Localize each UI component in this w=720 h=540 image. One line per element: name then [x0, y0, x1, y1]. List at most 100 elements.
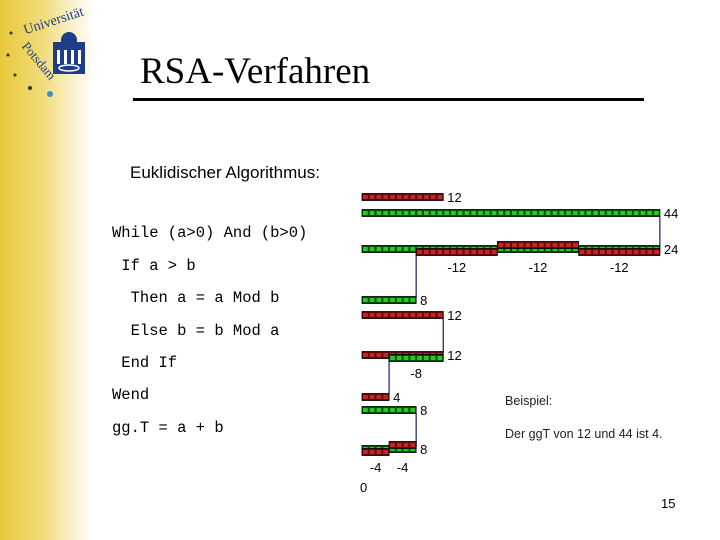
bar-cell	[376, 313, 382, 317]
bar-cell	[423, 356, 429, 360]
bar-cell	[383, 313, 389, 317]
bar-cell	[511, 243, 517, 247]
bar-cell	[539, 211, 544, 215]
bar-cell	[451, 211, 456, 215]
bar-cell	[647, 250, 653, 254]
bar-cell	[410, 195, 416, 199]
bar-cell	[545, 211, 551, 215]
bar-cell	[559, 211, 565, 215]
bar-cell	[410, 247, 416, 251]
bar-cell	[484, 211, 490, 215]
bar-cell	[444, 250, 450, 254]
bar-cell	[369, 298, 375, 302]
bar-cell	[552, 211, 558, 215]
bar-cell	[593, 211, 598, 215]
bar-value-label: 8	[420, 442, 427, 457]
bar-cell	[491, 250, 497, 254]
bar-cell	[633, 250, 639, 254]
bar-cell	[363, 247, 368, 251]
bar-cell	[376, 195, 382, 199]
bar-value-label: 12	[447, 190, 461, 205]
bar-cell	[464, 250, 470, 254]
bar-cell	[525, 211, 531, 215]
bar-value-label: 12	[447, 348, 461, 363]
bar-cell	[579, 250, 585, 254]
bar-cell	[505, 243, 510, 247]
bar-cell	[390, 195, 395, 199]
bar-cell	[410, 408, 416, 412]
bar-cell	[390, 211, 395, 215]
bar-cell	[478, 250, 483, 254]
bar-cell	[369, 450, 375, 454]
bar-cell	[396, 408, 402, 412]
bar-cell	[376, 247, 382, 251]
bar-cell	[559, 243, 565, 247]
bar-value-label: 24	[664, 242, 678, 257]
bar-cell	[566, 243, 571, 247]
bar-cell	[369, 195, 375, 199]
bar-cell	[430, 211, 436, 215]
example-text: Der ggT von 12 und 44 ist 4.	[505, 427, 663, 441]
bar-cell	[417, 195, 422, 199]
euclid-diagram: 124424-12 -12 -1281212-8488-4 -40	[360, 190, 678, 495]
bar-cell	[369, 247, 375, 251]
bar-cell	[396, 195, 402, 199]
bar-cell	[410, 211, 416, 215]
bar-cell	[437, 313, 443, 317]
bar-cell	[451, 250, 456, 254]
bar-cell	[464, 211, 470, 215]
bar-cell	[410, 356, 416, 360]
bar-cell	[613, 250, 619, 254]
bar-cell	[627, 250, 632, 254]
bar-cell	[593, 250, 598, 254]
example-label: Beispiel:	[505, 394, 553, 408]
bar-cell	[396, 443, 402, 447]
bar-cell	[410, 443, 416, 447]
bar-cell	[383, 195, 389, 199]
bar-cell	[383, 450, 389, 454]
bar-cell	[613, 211, 619, 215]
subtraction-label: -4	[397, 460, 409, 475]
bar-cell	[423, 250, 429, 254]
bar-cell	[383, 247, 389, 251]
bar-cell	[545, 243, 551, 247]
bar-cell	[552, 243, 558, 247]
bar-cell	[363, 395, 368, 399]
bar-cell	[383, 395, 389, 399]
bar-cell	[396, 298, 402, 302]
slide: Universität Potsdam RSA-Verfahren Euklid…	[0, 0, 720, 540]
bar-cell	[532, 243, 538, 247]
bar-cell	[403, 408, 409, 412]
bar-cell	[579, 211, 585, 215]
bar-cell	[363, 298, 368, 302]
bar-cell	[369, 353, 375, 357]
bar-cell	[390, 408, 395, 412]
bar-cell	[383, 298, 389, 302]
bar-cell	[376, 298, 382, 302]
bar-cell	[383, 353, 389, 357]
bar-cell	[396, 247, 402, 251]
bar-cell	[518, 243, 524, 247]
bar-cell	[363, 450, 368, 454]
bar-cell	[444, 211, 450, 215]
bar-cell	[525, 243, 531, 247]
bar-cell	[410, 298, 416, 302]
bar-cell	[505, 211, 510, 215]
bar-cell	[390, 443, 395, 447]
bar-cell	[620, 250, 626, 254]
subtraction-label: -4	[370, 460, 382, 475]
bar-cell	[640, 211, 646, 215]
bar-cell	[457, 211, 463, 215]
bar-cell	[369, 211, 375, 215]
bar-cell	[498, 243, 504, 247]
bar-value-label: 4	[393, 390, 400, 405]
bar-cell	[403, 313, 409, 317]
bar-cell	[369, 395, 375, 399]
bar-cell	[437, 195, 443, 199]
bar-cell	[423, 195, 429, 199]
bar-cell	[417, 313, 422, 317]
bar-cell	[437, 356, 443, 360]
bar-cell	[369, 408, 375, 412]
bar-cell	[363, 353, 368, 357]
bar-cell	[403, 195, 409, 199]
